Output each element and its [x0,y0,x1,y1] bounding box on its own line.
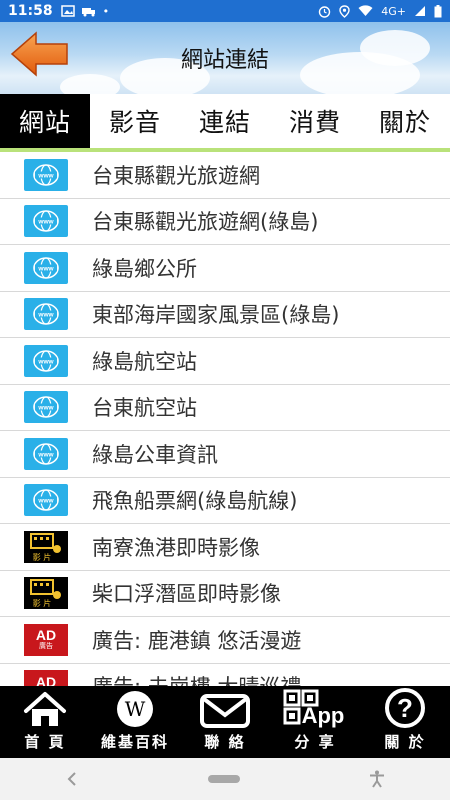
list-item[interactable]: AD廣告 廣告: 未崗樓 大晴巡禮 [0,664,450,686]
nav-contact[interactable]: 聯 絡 [180,686,270,758]
list-item-label: 綠島航空站 [92,349,197,374]
status-system-icons: 4G+ [318,4,442,18]
alarm-icon [319,5,331,18]
list-item-label: 台東航空站 [92,396,197,421]
www-icon: www [24,437,68,470]
svg-text:www: www [37,312,54,319]
list-item-label: 南寮漁港即時影像 [92,535,260,560]
list-item[interactable]: www 綠島公車資訊 [0,431,450,478]
list-item-label: 綠島公車資訊 [92,442,218,467]
www-icon: www [24,251,68,284]
app-header: 網站連結 [0,22,450,94]
home-icon [24,692,66,726]
www-icon: www [24,298,68,331]
nav-about-label: 關 於 [384,733,426,751]
www-icon: www [24,344,68,377]
svg-text:www: www [37,405,54,412]
ad-icon-mark: AD [35,627,57,644]
list-item-label: 東部海岸國家風景區(綠島) [92,303,340,328]
list-item[interactable]: www 綠島鄉公所 [0,245,450,292]
www-icon: www [24,484,68,517]
nav-wikipedia-label: 維基百科 [100,733,169,751]
status-notification-icons: • [60,4,110,18]
svg-text:www: www [37,451,54,458]
svg-text:www: www [37,265,54,272]
nav-about[interactable]: ? 關 於 [360,686,450,758]
camera-icon-label: 影 片 [33,598,52,608]
list-item-label: 廣告: 鹿港鎮 悠活漫遊 [92,628,302,653]
camera-icon-label: 影 片 [33,552,52,562]
list-item[interactable]: www 台東縣觀光旅遊網 [0,152,450,199]
list-item-label: 柴口浮潛區即時影像 [92,582,281,607]
ad-icon: AD廣告 [24,623,68,656]
list-item[interactable]: AD 廣告 廣告: 鹿港鎮 悠活漫遊 [0,617,450,664]
qr-app-icon: App [283,689,345,728]
tab-video[interactable]: 影音 [90,94,180,148]
truck-icon [81,8,95,17]
www-icon: www [24,158,68,191]
list-item[interactable]: www 東部海岸國家風景區(綠島) [0,292,450,338]
camera-icon: 影 片 [24,577,68,610]
list-item-label: 綠島鄉公所 [92,256,197,281]
svg-text:www: www [37,358,54,365]
wifi-icon [358,5,373,16]
list-item-label: 台東縣觀光旅遊網 [92,163,260,188]
list-item-label: 飛魚船票網(綠島航線) [92,489,298,514]
nav-home-label: 首 頁 [24,733,66,751]
network-type: 4G+ [381,4,406,18]
nav-share-label: 分 享 [294,733,336,751]
list-item[interactable]: 影 片 柴口浮潛區即時影像 [0,571,450,617]
back-icon[interactable] [65,771,79,787]
list-item-label: 廣告: 未崗樓 大晴巡禮 [92,671,301,686]
mail-icon [200,694,250,728]
ad-icon-label: 廣告 [39,642,53,651]
status-time: 11:58 [8,3,53,19]
svg-text:W: W [125,697,146,721]
svg-text:?: ? [397,693,413,723]
page-title: 網站連結 [180,48,269,73]
status-bar: 11:58 • 4G+ [0,0,450,22]
list-item[interactable]: www 台東縣觀光旅遊網(綠島) [0,199,450,245]
list-item[interactable]: www 綠島航空站 [0,338,450,385]
nav-wikipedia[interactable]: W 維基百科 [90,686,180,758]
location-icon [339,4,350,18]
nav-share[interactable]: App 分 享 [270,686,360,758]
camera-icon: 影 片 [24,530,68,563]
wikipedia-icon: W [117,691,153,727]
list-item-label: 台東縣觀光旅遊網(綠島) [92,210,319,235]
nav-home[interactable]: 首 頁 [0,686,90,758]
dots-icon: • [102,4,110,18]
signal-icon [415,6,425,16]
ad-icon-mark: AD [35,673,57,686]
svg-text:www: www [37,172,54,179]
ad-icon: AD廣告 [24,670,68,686]
list-item[interactable]: www 飛魚船票網(綠島航線) [0,478,450,524]
accessibility-icon[interactable] [369,770,385,788]
tab-shopping[interactable]: 消費 [270,94,360,148]
category-tabs: 網站 影音 連結 消費 關於 [0,94,450,152]
nav-contact-label: 聯 絡 [204,733,246,751]
home-pill[interactable] [207,775,240,783]
svg-text:App: App [302,703,345,728]
link-list: www 台東縣觀光旅遊網 www 台東縣觀光旅遊網(綠島) www 綠島鄉公所 www 東部海… [0,152,450,686]
tab-websites[interactable]: 網站 [0,94,90,148]
www-icon: www [24,391,68,424]
www-icon: www [24,205,68,238]
tab-about[interactable]: 關於 [360,94,450,148]
svg-text:www: www [37,219,54,226]
svg-text:www: www [37,498,54,505]
list-item[interactable]: www 台東航空站 [0,385,450,431]
tab-links[interactable]: 連結 [180,94,270,148]
help-icon: ? [385,688,425,728]
gallery-icon [60,5,75,17]
system-nav-bar [0,758,450,800]
bottom-nav: 首 頁 W 維基百科 聯 絡 App 分 享 ? 關 於 [0,686,450,758]
battery-icon [434,4,442,17]
list-item[interactable]: 影 片 南寮漁港即時影像 [0,524,450,571]
